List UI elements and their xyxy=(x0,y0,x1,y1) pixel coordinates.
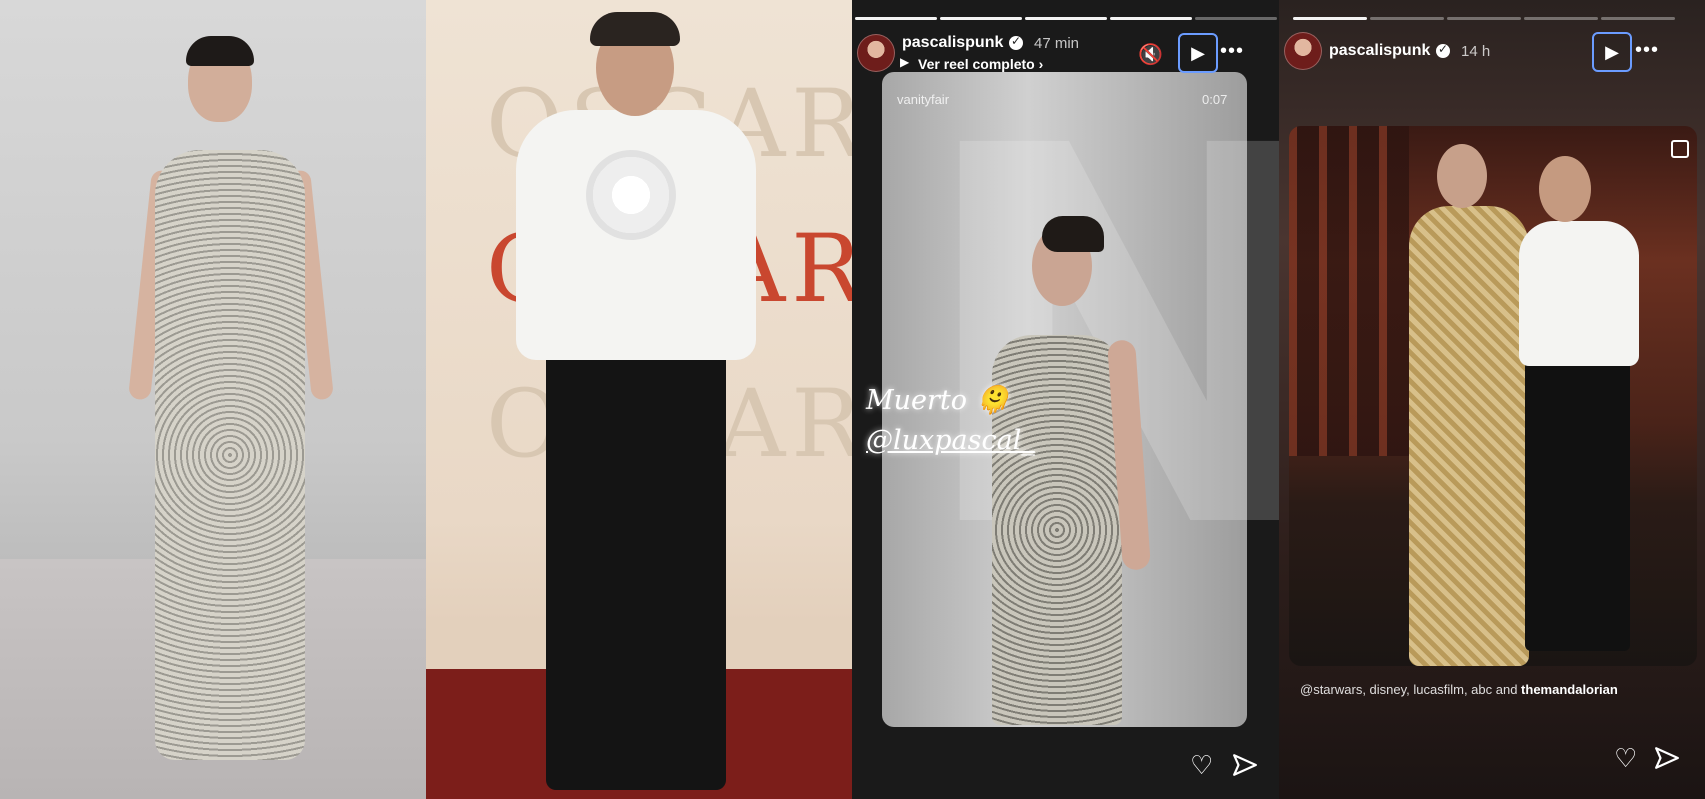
progress-segment xyxy=(1195,17,1277,20)
avatar[interactable] xyxy=(1284,32,1322,70)
post-time: 14 h xyxy=(1461,43,1491,60)
progress-segment xyxy=(1370,17,1444,20)
username[interactable]: pascalispunk xyxy=(1329,42,1430,60)
black-trousers xyxy=(546,345,726,790)
hair xyxy=(590,12,680,46)
collage: OSCARS OSCARS OSCARS N pascalispunk 47 m… xyxy=(0,0,1705,799)
verified-icon xyxy=(1436,42,1450,58)
progress-segment xyxy=(1601,17,1675,20)
story-media[interactable] xyxy=(1289,126,1697,666)
username[interactable]: pascalispunk xyxy=(902,34,1003,52)
hair xyxy=(186,36,254,66)
heart-icon[interactable]: ♡ xyxy=(1614,743,1637,774)
caption-prefix: @starwars, disney, lucasfilm, abc and xyxy=(1300,682,1522,697)
black-trousers xyxy=(1525,361,1630,651)
mention-sticker[interactable]: @luxpascal_ xyxy=(866,425,1035,456)
progress-segment xyxy=(1447,17,1521,20)
multi-image-icon xyxy=(1671,140,1689,158)
face xyxy=(1539,156,1591,222)
more-icon[interactable]: ••• xyxy=(1635,39,1659,62)
story-progress xyxy=(855,17,1277,20)
white-shirt xyxy=(1519,221,1639,366)
tag-caption: @starwars, disney, lucasfilm, abc and th… xyxy=(1300,682,1618,697)
progress-segment xyxy=(855,17,937,20)
face xyxy=(1437,144,1487,208)
silver-gown xyxy=(992,335,1122,725)
reel-icon: ▶ xyxy=(900,55,910,69)
verified-icon xyxy=(1009,34,1023,50)
progress-segment xyxy=(940,17,1022,20)
story-progress xyxy=(1293,17,1675,20)
view-full-reel-label: Ver reel completo xyxy=(918,56,1035,72)
source-label: vanityfair xyxy=(897,92,950,107)
post-time: 47 min xyxy=(1034,35,1080,52)
story-panel-1: N pascalispunk 47 min ▶ Ver reel complet… xyxy=(852,0,1279,799)
silver-gown xyxy=(155,150,305,760)
play-icon[interactable]: ▶ xyxy=(1592,32,1632,72)
send-icon[interactable] xyxy=(1654,745,1680,771)
send-icon[interactable] xyxy=(1232,752,1258,778)
sticker-line-1: Muerto xyxy=(866,385,968,416)
progress-segment xyxy=(1524,17,1598,20)
view-full-reel-link[interactable]: Ver reel completo › xyxy=(918,56,1043,72)
story-panel-2: pascalispunk 14 h ▶ ••• @starwars, disne… xyxy=(1279,0,1705,799)
avatar[interactable] xyxy=(857,34,895,72)
play-icon[interactable]: ▶ xyxy=(1178,33,1218,73)
flower-brooch xyxy=(586,150,676,240)
melting-face-icon: 🫠 xyxy=(975,385,1010,416)
send-icon-glyph xyxy=(1233,754,1257,776)
gold-gown xyxy=(1409,206,1529,666)
progress-segment xyxy=(1110,17,1192,20)
hair xyxy=(1042,216,1104,252)
more-icon[interactable]: ••• xyxy=(1220,40,1244,63)
send-icon-glyph xyxy=(1655,747,1679,769)
caption-last: themandalorian xyxy=(1521,682,1618,697)
stage-backdrop xyxy=(1289,126,1409,456)
progress-segment xyxy=(1293,17,1367,20)
photo-panel-1 xyxy=(0,0,426,799)
sticker-text: Muerto 🫠 xyxy=(866,384,1009,416)
heart-icon[interactable]: ♡ xyxy=(1190,750,1213,781)
mute-icon[interactable]: 🔇 xyxy=(1138,42,1163,67)
progress-segment xyxy=(1025,17,1107,20)
video-time: 0:07 xyxy=(1202,92,1228,107)
photo-panel-2: OSCARS OSCARS OSCARS xyxy=(426,0,852,799)
